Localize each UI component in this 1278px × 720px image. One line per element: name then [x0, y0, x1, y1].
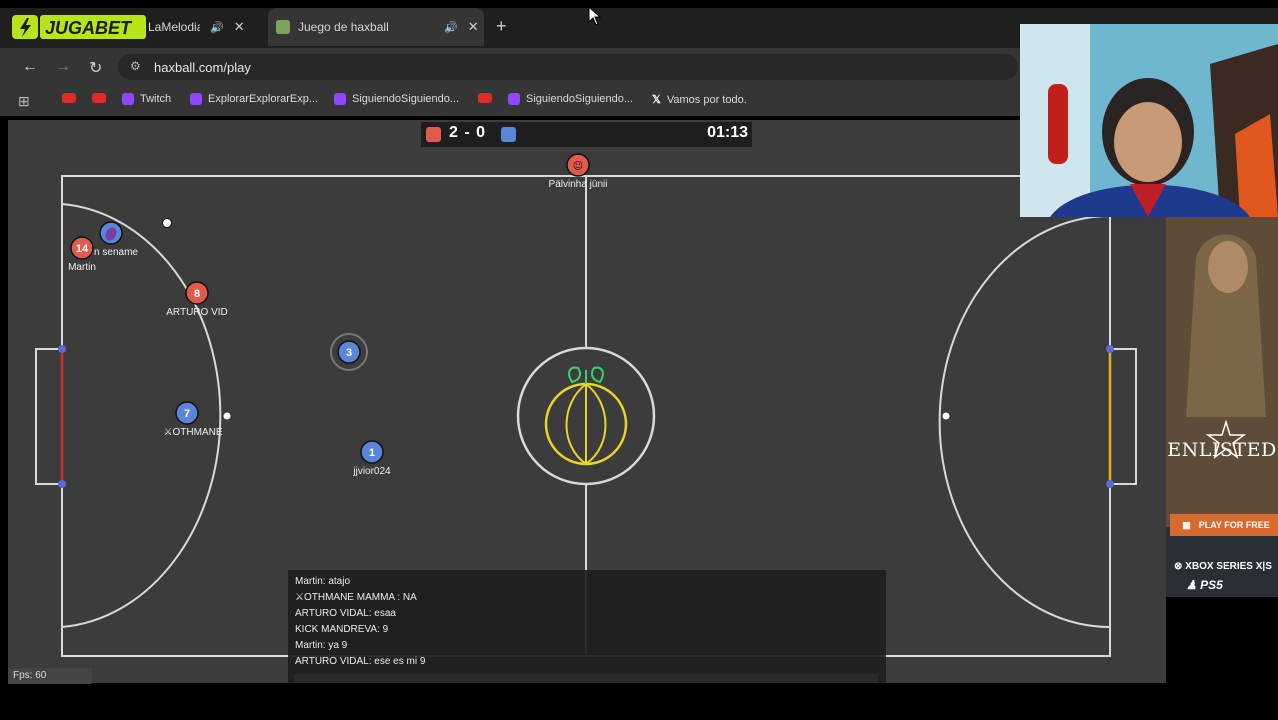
fps-counter: Fps: 60 — [8, 668, 92, 684]
player-name: Pälvinha jünii — [548, 179, 608, 190]
platform-text: XBOX SERIES X|S — [1185, 561, 1272, 572]
chat-panel: Martin: atajo ⚔OTHMANE MAMMA : NA ARTURO… — [288, 570, 886, 683]
player-number: 8 — [194, 288, 200, 300]
chat-message: Martin: atajo — [295, 576, 351, 587]
xbox-label: ⊗ XBOX SERIES X|S — [1174, 561, 1272, 572]
player-number: 14 — [76, 243, 89, 255]
chat-input[interactable] — [294, 674, 878, 683]
platform-text: PS5 — [1200, 578, 1223, 592]
penalty-mark — [942, 412, 950, 420]
left-goal-net — [35, 348, 62, 485]
player-number: 1 — [369, 447, 375, 459]
player-name: ⚔OTHMANE — [164, 427, 223, 438]
chat-message: ARTURO VIDAL: esaa — [295, 608, 396, 619]
player-number: 7 — [184, 408, 190, 420]
playstation-icon: ♟ — [1186, 578, 1201, 592]
player-red-14: 14 — [70, 236, 94, 260]
streamer-silhouette — [1020, 24, 1278, 217]
chat-message-text: OTHMANE MAMMA : NA — [303, 592, 417, 603]
blue-team-icon — [501, 127, 516, 142]
player-name: ARTURO VID — [166, 307, 228, 318]
player-blue-eggplant — [99, 221, 123, 245]
red-team-icon — [426, 127, 441, 142]
player-red-8: 8 — [185, 281, 209, 305]
player-number: 3 — [346, 347, 352, 359]
ball — [162, 218, 172, 228]
penalty-mark — [223, 412, 231, 420]
player-name: Martin — [68, 262, 96, 273]
enlisted-ad[interactable]: ENLISTED ▦ PLAY FOR FREE ⊗ XBOX SERIES X… — [1166, 217, 1278, 597]
player-name-text: OTHMANE — [172, 427, 223, 438]
swords-icon: ⚔ — [295, 592, 304, 603]
chat-message: KICK MANDREVA: 9 — [295, 624, 389, 635]
ps5-label: ♟ PS5 — [1186, 578, 1223, 592]
player-blue-3-self: 3 — [330, 333, 368, 371]
chat-message: Martin: ya 9 — [295, 640, 348, 651]
match-clock: 01:13 — [707, 124, 748, 141]
score-text: 2 - 0 — [449, 124, 487, 141]
goal-post — [1106, 480, 1114, 488]
webcam-overlay — [1020, 24, 1278, 217]
goal-post — [58, 345, 66, 353]
cta-label: PLAY FOR FREE — [1198, 520, 1270, 530]
cursor-icon — [588, 6, 602, 26]
goal-post — [58, 480, 66, 488]
smile-icon: ☺ — [573, 161, 583, 172]
player-blue-7: 7 — [175, 401, 199, 425]
microphone-icon — [1048, 84, 1068, 164]
chat-message: ARTURO VIDAL: ese es mi 9 — [295, 656, 426, 667]
windows-icon: ▦ — [1182, 519, 1191, 530]
scoreboard: 2 - 0 01:13 — [421, 122, 752, 147]
player-blue-1: 1 — [360, 440, 384, 464]
chat-message: ⚔OTHMANE MAMMA : NA — [295, 592, 417, 603]
player-name: jjvior024 — [353, 466, 391, 477]
right-goal-net — [1110, 348, 1137, 485]
goal-post — [1106, 345, 1114, 353]
player-name: n sename — [94, 247, 138, 258]
player-red-top: ☺ — [566, 153, 590, 177]
xbox-icon: ⊗ — [1174, 561, 1186, 572]
play-for-free-button[interactable]: ▦ PLAY FOR FREE — [1170, 514, 1278, 536]
ad-artwork — [1166, 217, 1278, 597]
ad-title: ENLISTED — [1167, 439, 1277, 461]
swords-icon: ⚔ — [163, 427, 173, 438]
right-penalty-arc — [938, 215, 1111, 628]
